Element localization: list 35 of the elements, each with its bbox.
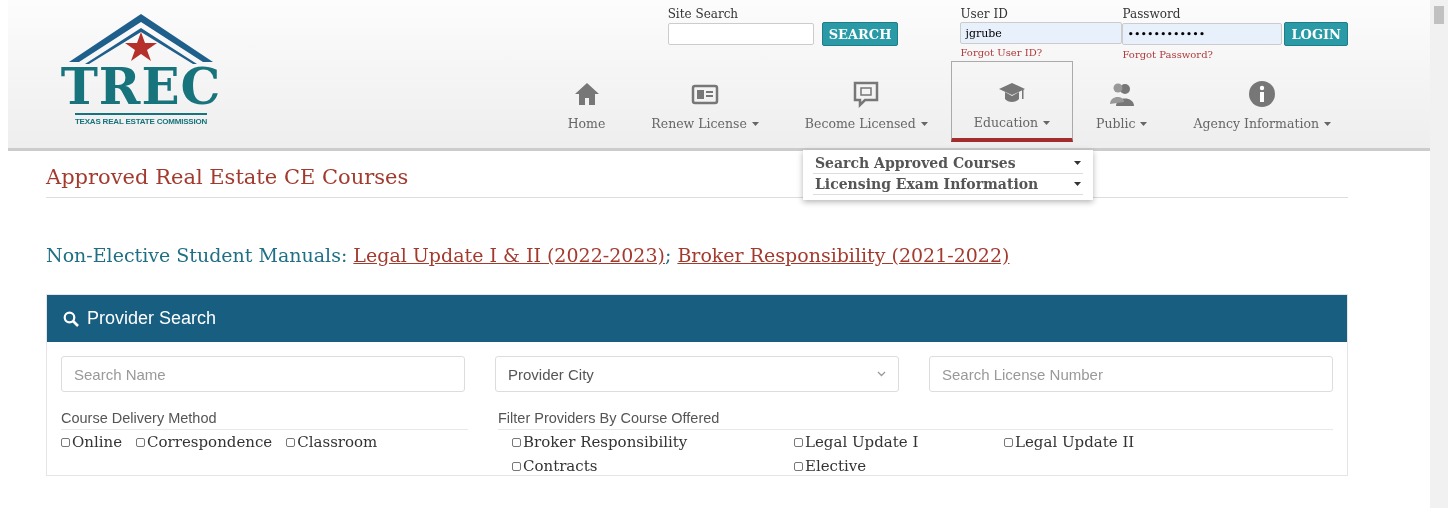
separator: ; [664, 244, 673, 266]
nav-tab[interactable]: Education [950, 61, 1073, 142]
logo[interactable]: TREC TEXAS REAL ESTATE COMMISSION [56, 14, 226, 148]
field-label: Password [1122, 7, 1182, 22]
filter-label: Course Delivery Method [61, 410, 468, 430]
checkbox-option[interactable]: Online [61, 433, 123, 451]
field-label: User ID [960, 7, 1009, 22]
nav-tab[interactable]: Become Licensed [781, 62, 951, 140]
forgot-link[interactable]: Forgot Password? [1122, 49, 1348, 60]
nav-tab[interactable]: Agency Information [1170, 62, 1354, 140]
logo-wordmark: TREC [60, 64, 222, 110]
password-field[interactable]: •••••••••••• [1122, 23, 1283, 45]
menu-item[interactable]: Licensing Exam Information [813, 174, 1083, 195]
search-field[interactable]: Search License Number [929, 356, 1333, 392]
checkbox-option[interactable]: Broker Responsibility [512, 433, 794, 451]
nav-tab[interactable]: Renew License [628, 62, 782, 140]
checkbox-option[interactable]: Correspondence [136, 433, 273, 451]
manual-link[interactable]: Legal Update I & II (2022-2023) [353, 244, 665, 266]
field-label: Site Search [667, 7, 740, 22]
manual-link[interactable]: Broker Responsibility (2021-2022) [677, 244, 1010, 266]
nav-tab[interactable]: Public [1073, 62, 1171, 140]
checkbox-option[interactable]: Legal Update II [1004, 433, 1204, 451]
checkbox-option[interactable]: Legal Update I [794, 433, 1004, 451]
checkbox-option[interactable]: Contracts [512, 457, 794, 475]
filter-label: Filter Providers By Course Offered [498, 410, 1333, 430]
nav-tab[interactable]: Home [544, 62, 629, 140]
forgot-link[interactable]: Forgot User ID? [960, 47, 1123, 58]
logo-tagline: TEXAS REAL ESTATE COMMISSION [74, 113, 208, 126]
checkbox-option[interactable]: Elective [794, 457, 1004, 475]
menu-item[interactable]: Search Approved Courses [813, 153, 1083, 174]
checkbox-option[interactable]: Classroom [286, 433, 378, 451]
panel-title: Provider Search [87, 308, 217, 329]
manuals-label: Non-Elective Student Manuals: [46, 244, 349, 266]
city-select[interactable]: Provider City [495, 356, 899, 392]
search-field[interactable]: Search Name [61, 356, 465, 392]
